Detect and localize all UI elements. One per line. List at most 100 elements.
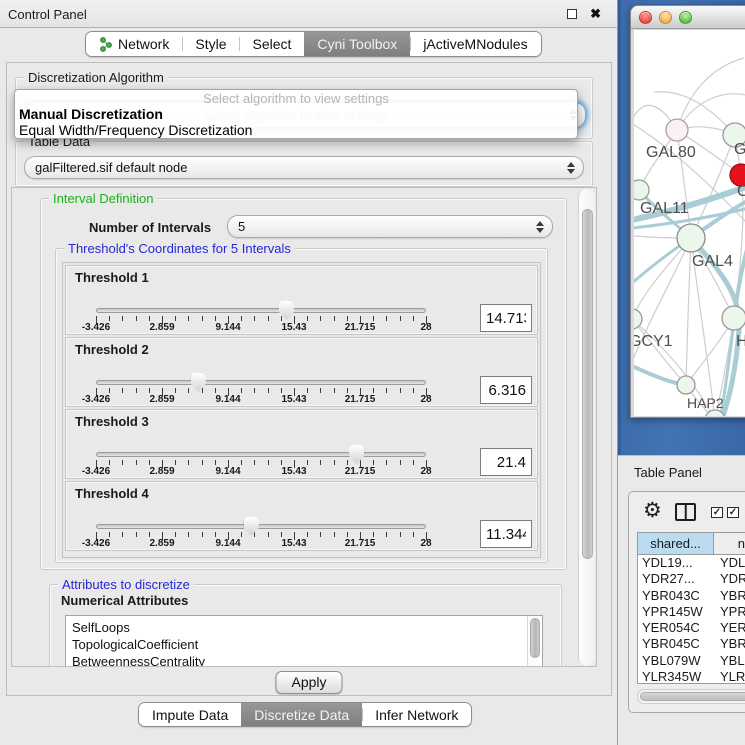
table-header-row: shared...n (638, 533, 745, 555)
bottom-tab-discretize-data[interactable]: Discretize Data (241, 703, 362, 726)
panel-title: Control Panel (8, 7, 87, 22)
tab-network[interactable]: Network (86, 32, 182, 56)
slider-thumb[interactable] (349, 445, 364, 464)
network-node[interactable] (722, 306, 745, 330)
dropdown-item-equal-width-frequency[interactable]: Equal Width/Frequency Discretization (17, 122, 575, 138)
dropdown-item-manual-discretization[interactable]: Manual Discretization (17, 106, 575, 122)
tick-mark (320, 388, 321, 393)
number-of-intervals-combobox[interactable]: 5 (227, 215, 553, 238)
group-title: Interval Definition (49, 191, 157, 206)
tick-mark (188, 316, 189, 321)
scrollbar-thumb[interactable] (582, 209, 593, 559)
cyni-toolbox-panel: Discretization Algorithm Select algorith… (6, 62, 612, 696)
network-node-label: GAL4 (692, 253, 733, 270)
table-row[interactable]: YBR045CYBR0 (638, 636, 745, 652)
tab-cyni-toolbox[interactable]: Cyni Toolbox (304, 32, 410, 56)
tick-mark (320, 460, 321, 465)
table-data-combobox[interactable]: galFiltered.sif default node (24, 156, 584, 179)
threshold-value-field[interactable] (480, 520, 532, 548)
slider-track[interactable] (96, 524, 426, 529)
tick-mark (400, 388, 401, 393)
table-row[interactable]: YDR27...YDR2 (638, 571, 745, 587)
minimize-window-icon[interactable] (659, 11, 672, 24)
attribute-list-item[interactable]: BetweennessCentrality (66, 653, 542, 667)
attributes-list-scrollbar[interactable] (527, 616, 542, 667)
tick-mark (175, 316, 176, 321)
scrollbar-thumb[interactable] (530, 618, 540, 658)
table-column-header[interactable]: shared... (638, 533, 714, 554)
threshold-value-field[interactable] (480, 304, 532, 332)
table-row[interactable]: YDL19...YDL1 (638, 555, 745, 571)
checkbox-icon[interactable]: ✓ (711, 507, 723, 518)
tick-mark (413, 532, 414, 537)
network-node[interactable] (634, 309, 642, 329)
tick-mark (281, 388, 282, 393)
combo-placeholder-ghost: Select algorithm to view settings (17, 91, 575, 106)
apply-button[interactable]: Apply (275, 671, 342, 694)
tick-mark (241, 388, 242, 393)
network-node-label: GA (734, 141, 745, 158)
settings-vertical-scrollbar[interactable] (578, 189, 595, 666)
tick-mark (202, 388, 203, 393)
checkbox-icon[interactable]: ✓ (727, 507, 739, 518)
tick-label: 9.144 (215, 322, 240, 333)
table-row[interactable]: YER054CYER0 (638, 620, 745, 636)
tick-mark (175, 460, 176, 465)
zoom-window-icon[interactable] (679, 11, 692, 24)
numerical-attributes-list[interactable]: SelfLoopsTopologicalCoefficientBetweenne… (65, 615, 543, 667)
tab-select[interactable]: Select (239, 32, 304, 56)
columns-icon[interactable] (675, 503, 696, 521)
table-row[interactable]: YBL079WYBL0 (638, 653, 745, 669)
attribute-list-item[interactable]: TopologicalCoefficient (66, 636, 542, 653)
tab-label: Infer Network (375, 707, 458, 723)
network-edge (634, 238, 691, 319)
network-node[interactable] (666, 119, 688, 141)
table-column-header[interactable]: n (714, 533, 745, 554)
tick-mark (320, 532, 321, 537)
slider-track[interactable] (96, 308, 426, 313)
table-body: YDL19...YDL1YDR27...YDR2YBR043CYBR0YPR14… (638, 555, 745, 684)
close-icon[interactable]: ✖ (590, 6, 601, 22)
network-node[interactable] (677, 224, 705, 252)
network-node[interactable] (677, 376, 695, 394)
close-window-icon[interactable] (639, 11, 652, 24)
threshold-value-field[interactable] (480, 448, 532, 476)
slider-thumb[interactable] (191, 373, 206, 392)
table-row[interactable]: YPR145WYPR1 (638, 604, 745, 620)
tick-mark (386, 316, 387, 321)
numerical-attributes-label: Numerical Attributes (61, 593, 188, 608)
attribute-list-item[interactable]: SelfLoops (66, 619, 542, 636)
network-node[interactable] (634, 180, 649, 200)
table-panel: ⚙ ✓ ✓ shared...n YDL19...YDL1YDR27...YDR… (628, 491, 745, 713)
slider-track[interactable] (96, 380, 426, 385)
tick-mark (334, 388, 335, 393)
table-row[interactable]: YLR345WYLR3 (638, 669, 745, 684)
tick-label: 2.859 (149, 322, 174, 333)
tab-label: Select (252, 36, 291, 52)
table-row[interactable]: YBR043CYBR0 (638, 588, 745, 604)
gear-icon[interactable]: ⚙ (643, 496, 662, 526)
tick-mark (188, 388, 189, 393)
tick-label: 2.859 (149, 394, 174, 405)
tab-jactivemnodules[interactable]: jActiveMNodules (410, 32, 540, 56)
threshold-value-field[interactable] (480, 376, 532, 404)
tick-mark (307, 388, 308, 393)
slider-thumb[interactable] (244, 517, 259, 536)
tick-label: -3.426 (82, 322, 110, 333)
bottom-tab-infer-network[interactable]: Infer Network (362, 703, 471, 726)
tick-label: 15.43 (281, 394, 306, 405)
scrollbar-thumb[interactable] (640, 692, 745, 701)
group-title: Threshold's Coordinates for 5 Intervals (64, 241, 295, 256)
control-panel-titlebar: Control Panel ✖ (0, 0, 617, 28)
tick-mark (373, 316, 374, 321)
tick-mark (241, 532, 242, 537)
bottom-tab-impute-data[interactable]: Impute Data (139, 703, 241, 726)
tab-style[interactable]: Style (182, 32, 239, 56)
tab-label: jActiveMNodules (423, 36, 527, 52)
network-canvas[interactable]: GAL80GACGAL11GAL4GCY1HHAP2 (634, 30, 745, 416)
tick-mark (175, 532, 176, 537)
slider-track[interactable] (96, 452, 426, 457)
float-window-icon[interactable] (567, 9, 577, 19)
tick-mark (347, 388, 348, 393)
table-horizontal-scrollbar[interactable] (637, 689, 745, 704)
